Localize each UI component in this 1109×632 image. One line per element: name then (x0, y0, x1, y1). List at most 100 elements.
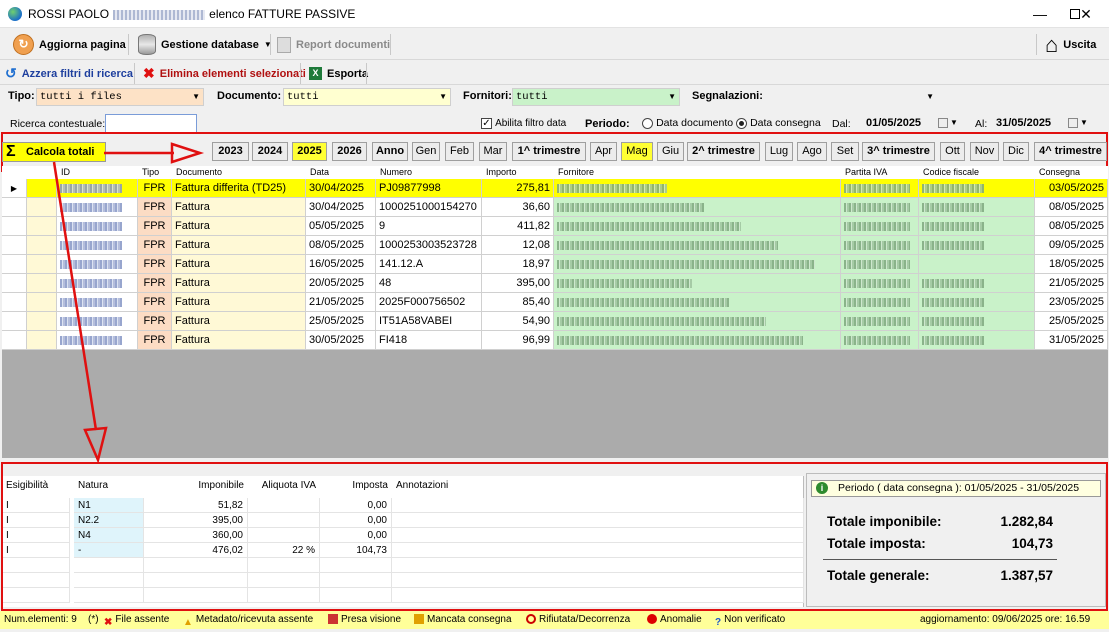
table-cell: ▶ (2, 179, 27, 198)
redacted-tax-code (922, 335, 984, 345)
export-button[interactable]: X Esporta (304, 61, 373, 86)
period-button-2026[interactable]: 2026 (332, 142, 367, 161)
table-cell (2, 236, 27, 255)
redacted-supplier (557, 183, 667, 193)
row-pointer-icon: ▶ (10, 184, 18, 193)
redacted-vat-number (844, 183, 910, 193)
column-header[interactable]: Tipo (142, 166, 159, 179)
date-to-picker[interactable]: 31/05/2025 ▼ (992, 115, 1090, 133)
table-cell: 16/05/2025 (306, 255, 376, 274)
refresh-page-button[interactable]: ↻ Aggiorna pagina (8, 32, 131, 57)
table-cell: Fattura differita (TD25) (172, 179, 306, 198)
redacted-vat-number (844, 278, 910, 288)
table-cell: IT51A58VABEI (376, 312, 482, 331)
table-row[interactable]: FPR Fattura 30/04/2025 1000251000154270 36,6… (2, 198, 1108, 217)
reset-filters-button[interactable]: ↺ Azzera filtri di ricerca (0, 61, 138, 86)
exit-button[interactable]: ⌂ Uscita (1040, 32, 1101, 57)
table-cell (919, 331, 1035, 350)
table-row[interactable]: FPR Fattura 16/05/2025 141.12.A 18,97 18/05/2… (2, 255, 1108, 274)
period-button-2-trimestre[interactable]: 2^ trimestre (687, 142, 760, 161)
close-button[interactable]: ✕ (1063, 0, 1109, 28)
period-button-1-trimestre[interactable]: 1^ trimestre (512, 142, 586, 161)
table-row[interactable]: ▶ FPR Fattura differita (TD25) 30/04/2025 PJ… (2, 179, 1108, 198)
period-button-anno[interactable]: Anno (372, 142, 408, 161)
redacted-supplier (557, 297, 729, 307)
supplier-select[interactable]: tutti ▼ (512, 88, 680, 106)
app-icon (8, 7, 22, 21)
period-button-giu[interactable]: Giu (657, 142, 684, 161)
radio-data-consegna[interactable]: Data consegna (736, 117, 821, 129)
period-button-dic[interactable]: Dic (1003, 142, 1029, 161)
column-header[interactable]: Fornitore (558, 166, 594, 179)
document-select[interactable]: tutti ▼ (283, 88, 451, 106)
table-cell: 30/05/2025 (306, 331, 376, 350)
table-row[interactable]: FPR Fattura 25/05/2025 IT51A58VABEI 54,90 25/… (2, 312, 1108, 331)
column-header[interactable]: Partita IVA (845, 166, 887, 179)
type-select[interactable]: tutti i files ▼ (36, 88, 204, 106)
table-cell: FPR (138, 255, 172, 274)
reports-select[interactable]: ▼ (770, 88, 938, 106)
period-button-nov[interactable]: Nov (970, 142, 999, 161)
redacted-vat-number (844, 221, 910, 231)
period-button-feb[interactable]: Feb (445, 142, 474, 161)
refresh-icon: ↻ (13, 34, 34, 55)
table-cell: Fattura (172, 255, 306, 274)
period-button-gen[interactable]: Gen (412, 142, 440, 161)
column-header[interactable]: Importo (486, 166, 517, 179)
table-cell: FPR (138, 274, 172, 293)
report-documents-button[interactable]: Report documenti (272, 32, 395, 57)
database-menu-button[interactable]: Gestione database ▼ (133, 32, 277, 57)
period-button-set[interactable]: Set (831, 142, 859, 161)
table-cell (919, 312, 1035, 331)
secondary-toolbar: ↺ Azzera filtri di ricerca ✖ Elimina ele… (0, 61, 1109, 85)
table-row[interactable]: FPR Fattura 30/05/2025 FI418 96,99 31/05/2025 (2, 331, 1108, 350)
period-button-3-trimestre[interactable]: 3^ trimestre (862, 142, 935, 161)
period-button-mag[interactable]: Mag (621, 142, 653, 161)
date-from-picker[interactable]: 01/05/2025 ▼ (862, 115, 958, 133)
table-cell (841, 198, 919, 217)
table-row[interactable]: FPR Fattura 05/05/2025 9 411,82 08/05/2025 (2, 217, 1108, 236)
excel-icon: X (309, 67, 322, 80)
date-filter-checkbox[interactable]: ✓ (481, 117, 492, 129)
column-header[interactable]: Codice fiscale (923, 166, 979, 179)
table-row[interactable]: FPR Fattura 08/05/2025 1000253003523728 12,0… (2, 236, 1108, 255)
status-bar: Num.elementi: 9 (*) ✖ File assente ▲ Metad… (0, 611, 1109, 629)
table-row[interactable]: FPR Fattura 21/05/2025 2025F000756502 85,40 2… (2, 293, 1108, 312)
period-button-4-trimestre[interactable]: 4^ trimestre (1034, 142, 1107, 161)
table-cell (919, 236, 1035, 255)
table-cell (554, 236, 841, 255)
inbox-icon (328, 614, 338, 625)
table-cell (554, 217, 841, 236)
column-header[interactable]: Consegna (1039, 166, 1080, 179)
radio-data-documento[interactable]: Data documento (642, 117, 733, 129)
redacted-tax-code (922, 183, 984, 193)
redacted-supplier (557, 202, 704, 212)
table-cell: 09/05/2025 (1035, 236, 1108, 255)
period-button-2023[interactable]: 2023 (212, 142, 249, 161)
period-button-lug[interactable]: Lug (765, 142, 793, 161)
column-header[interactable]: Numero (380, 166, 412, 179)
table-cell: FPR (138, 331, 172, 350)
table-cell: 54,90 (482, 312, 554, 331)
redacted-tax-code (922, 316, 984, 326)
table-cell: Fattura (172, 312, 306, 331)
column-header[interactable]: Documento (176, 166, 222, 179)
period-button-mar[interactable]: Mar (479, 142, 507, 161)
period-button-apr[interactable]: Apr (590, 142, 617, 161)
period-button-ott[interactable]: Ott (940, 142, 965, 161)
delete-selected-button[interactable]: ✖ Elimina elementi selezionati (138, 61, 311, 86)
period-button-2025[interactable]: 2025 (292, 142, 327, 161)
total-taxable: 1.282,84 (1000, 514, 1053, 529)
table-row[interactable]: FPR Fattura 20/05/2025 48 395,00 21/05/2025 (2, 274, 1108, 293)
period-button-ago[interactable]: Ago (797, 142, 827, 161)
column-header[interactable]: Data (310, 166, 329, 179)
table-cell (554, 312, 841, 331)
calculate-totals-button[interactable]: Σ Calcola totali (2, 142, 106, 162)
search-input[interactable] (105, 114, 197, 133)
table-cell: 1000251000154270 (376, 198, 482, 217)
table-cell: 08/05/2025 (1035, 217, 1108, 236)
redacted-vat-number (844, 316, 910, 326)
period-button-2024[interactable]: 2024 (252, 142, 288, 161)
table-cell (919, 293, 1035, 312)
table-cell: 275,81 (482, 179, 554, 198)
